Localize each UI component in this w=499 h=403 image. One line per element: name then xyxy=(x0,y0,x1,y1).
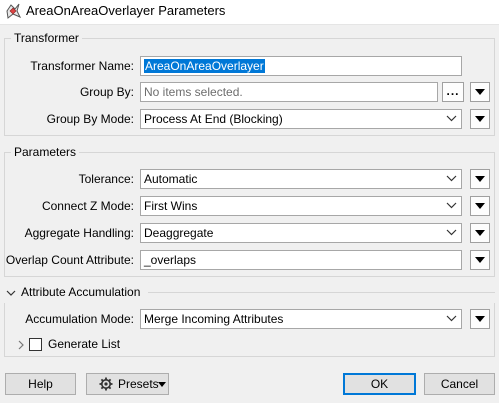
connect-z-select[interactable]: First Wins xyxy=(140,196,462,216)
chevron-down-icon xyxy=(446,115,457,122)
cancel-button[interactable]: Cancel xyxy=(424,373,495,395)
triangle-down-icon xyxy=(158,382,166,387)
presets-button[interactable]: Presets xyxy=(86,373,169,395)
chevron-right-icon[interactable] xyxy=(16,340,26,350)
presets-label: Presets xyxy=(118,377,159,391)
group-by-mode-label: Group By Mode: xyxy=(46,112,134,126)
section-divider xyxy=(148,292,495,293)
overlap-count-label: Overlap Count Attribute: xyxy=(5,253,134,267)
triangle-down-icon xyxy=(475,176,485,182)
tolerance-label: Tolerance: xyxy=(78,172,134,186)
transformer-name-value: AreaOnAreaOverlayer xyxy=(144,59,265,73)
generate-list-label: Generate List xyxy=(48,337,121,351)
window-title: AreaOnAreaOverlayer Parameters xyxy=(26,3,226,18)
generate-list-checkbox[interactable] xyxy=(29,338,42,351)
chevron-down-icon xyxy=(6,290,16,296)
triangle-down-icon xyxy=(475,203,485,209)
group-by-browse-button[interactable]: ... xyxy=(442,82,464,102)
aggregate-handling-menu-button[interactable] xyxy=(470,223,490,243)
aggregate-handling-label: Aggregate Handling: xyxy=(24,226,134,240)
help-button[interactable]: Help xyxy=(5,373,76,395)
triangle-down-icon xyxy=(475,89,485,95)
ok-button[interactable]: OK xyxy=(343,373,416,395)
connect-z-value: First Wins xyxy=(144,199,198,213)
accumulation-mode-select[interactable]: Merge Incoming Attributes xyxy=(140,309,462,329)
parameters-group-title: Parameters xyxy=(11,144,80,160)
transformer-name-label: Transformer Name: xyxy=(30,59,134,73)
group-by-label: Group By: xyxy=(79,85,134,99)
triangle-down-icon xyxy=(475,230,485,236)
aggregate-handling-value: Deaggregate xyxy=(144,226,214,240)
title-bar: AreaOnAreaOverlayer Parameters xyxy=(0,0,499,25)
chevron-down-icon xyxy=(446,229,457,236)
tolerance-value: Automatic xyxy=(144,172,198,186)
group-by-menu-button[interactable] xyxy=(470,82,490,102)
chevron-down-icon xyxy=(446,202,457,209)
group-by-mode-menu-button[interactable] xyxy=(470,109,490,129)
accumulation-mode-value: Merge Incoming Attributes xyxy=(144,312,284,326)
group-by-placeholder: No items selected. xyxy=(144,85,243,99)
aggregate-handling-select[interactable]: Deaggregate xyxy=(140,223,462,243)
transformer-name-input[interactable]: AreaOnAreaOverlayer xyxy=(140,56,462,76)
chevron-down-icon xyxy=(446,315,457,322)
triangle-down-icon xyxy=(475,316,485,322)
parameters-group: Parameters Tolerance: Automatic Connect … xyxy=(4,144,495,277)
attribute-accumulation-header[interactable]: Attribute Accumulation xyxy=(4,284,495,302)
transformer-group-title: Transformer xyxy=(11,30,82,46)
triangle-down-icon xyxy=(475,116,485,122)
fme-transformer-icon xyxy=(6,3,21,19)
gear-icon xyxy=(99,377,113,391)
overlap-count-value: _overlaps xyxy=(144,253,197,267)
attribute-accumulation-title: Attribute Accumulation xyxy=(21,285,141,299)
overlap-count-menu-button[interactable] xyxy=(470,250,490,270)
tolerance-menu-button[interactable] xyxy=(470,169,490,189)
attribute-accumulation-group: Accumulation Mode: Merge Incoming Attrib… xyxy=(4,303,495,357)
transformer-group: Transformer Transformer Name: AreaOnArea… xyxy=(4,30,495,136)
connect-z-menu-button[interactable] xyxy=(470,196,490,216)
triangle-down-icon xyxy=(475,257,485,263)
tolerance-select[interactable]: Automatic xyxy=(140,169,462,189)
accumulation-mode-label: Accumulation Mode: xyxy=(25,312,134,326)
group-by-mode-select[interactable]: Process At End (Blocking) xyxy=(140,109,462,129)
group-by-mode-value: Process At End (Blocking) xyxy=(144,112,283,126)
group-by-input[interactable]: No items selected. xyxy=(140,82,438,102)
connect-z-label: Connect Z Mode: xyxy=(41,199,134,213)
chevron-down-icon xyxy=(446,175,457,182)
overlap-count-input[interactable]: _overlaps xyxy=(140,250,462,270)
accumulation-mode-menu-button[interactable] xyxy=(470,309,490,329)
